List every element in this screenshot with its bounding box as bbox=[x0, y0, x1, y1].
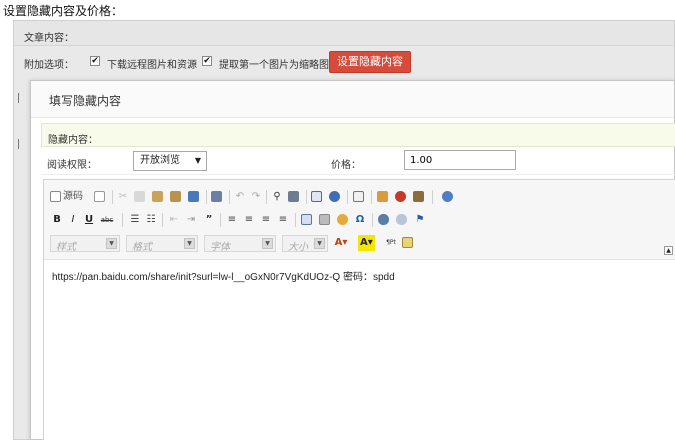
toolbar-separator bbox=[347, 190, 348, 204]
align-center-icon[interactable]: ≡ bbox=[242, 212, 256, 228]
chevron-down-icon: ▼ bbox=[262, 238, 273, 249]
toolbar-separator bbox=[112, 190, 113, 204]
blockquote-icon[interactable]: ” bbox=[202, 212, 216, 228]
toolbar-separator bbox=[306, 190, 307, 204]
select-all-icon[interactable] bbox=[311, 191, 322, 202]
chevron-down-icon: ▼ bbox=[184, 238, 195, 249]
thumb-checkbox[interactable]: ✔ bbox=[202, 56, 212, 66]
undo-icon[interactable]: ↶ bbox=[233, 189, 247, 205]
text-color-icon[interactable]: A▾ bbox=[334, 235, 348, 251]
toolbar-separator bbox=[371, 190, 372, 204]
price-input[interactable] bbox=[404, 150, 516, 170]
copy-icon[interactable] bbox=[134, 191, 145, 202]
toolbar-collapse-button[interactable]: ▲ bbox=[664, 246, 673, 255]
ordered-list-icon[interactable]: ☰ bbox=[128, 212, 142, 228]
toolbar-separator bbox=[206, 190, 207, 204]
panel-title: 文章内容： bbox=[24, 33, 74, 44]
toolbar-separator bbox=[122, 213, 123, 227]
set-hidden-button[interactable]: 设置隐藏内容 bbox=[329, 51, 411, 73]
print-icon[interactable] bbox=[211, 191, 222, 202]
outdent-icon[interactable]: ⇤ bbox=[167, 212, 181, 228]
paste-word-icon[interactable] bbox=[188, 191, 199, 202]
download-option-label[interactable]: 下载远程图片和资源 bbox=[107, 56, 197, 71]
side-mark bbox=[18, 93, 22, 103]
read-permission-select[interactable]: 开放浏览 ▼ bbox=[133, 151, 207, 171]
size-combo-label: 大小 bbox=[288, 242, 308, 253]
templates-icon[interactable] bbox=[402, 237, 413, 248]
toolbar-row-3: 样式 ▼ 格式 ▼ 字体 ▼ 大小 ▼ A▾ A▾ ¶Pt bbox=[50, 234, 670, 253]
toolbar-separator bbox=[372, 213, 373, 227]
source-button[interactable]: 源码 bbox=[63, 189, 83, 205]
paste-text-icon[interactable] bbox=[170, 191, 181, 202]
preview-icon[interactable] bbox=[94, 191, 105, 202]
editor-toolbar: 源码 ✂ ↶ ↷ ⚲ B I U abc ☰ ☷ ⇤ ⇥ ” ≡ ≡ ≡ ≡ Ω… bbox=[44, 180, 675, 260]
align-left-icon[interactable]: ≡ bbox=[225, 212, 239, 228]
paste-icon[interactable] bbox=[152, 191, 163, 202]
download-checkbox[interactable]: ✔ bbox=[90, 56, 100, 66]
chevron-down-icon: ▼ bbox=[194, 156, 201, 165]
image-icon[interactable] bbox=[377, 191, 388, 202]
table-icon[interactable] bbox=[301, 214, 312, 225]
format-combo[interactable]: 格式 ▼ bbox=[126, 235, 198, 253]
rich-text-editor: 源码 ✂ ↶ ↷ ⚲ B I U abc ☰ ☷ ⇤ ⇥ ” ≡ ≡ ≡ ≡ Ω… bbox=[43, 179, 675, 440]
source-icon[interactable] bbox=[50, 191, 61, 202]
hidden-content-dialog: 填写隐藏内容 隐藏内容： 阅读权限： 开放浏览 ▼ 价格： 源码 ✂ bbox=[30, 80, 675, 440]
read-permission-value: 开放浏览 bbox=[140, 155, 180, 166]
thumb-option-label[interactable]: 提取第一个图片为缩略图 bbox=[219, 56, 329, 71]
strike-icon[interactable]: abc bbox=[100, 212, 114, 228]
toolbar-separator bbox=[229, 190, 230, 204]
page-heading: 设置隐藏内容及价格： bbox=[3, 4, 124, 18]
toolbar-row-1: 源码 ✂ ↶ ↷ ⚲ bbox=[50, 188, 670, 206]
hidden-section-label: 隐藏内容： bbox=[48, 135, 98, 146]
toolbar-row-2: B I U abc ☰ ☷ ⇤ ⇥ ” ≡ ≡ ≡ ≡ Ω ⚑ bbox=[50, 211, 670, 229]
align-right-icon[interactable]: ≡ bbox=[259, 212, 273, 228]
side-mark bbox=[18, 139, 22, 149]
toolbar-separator bbox=[220, 213, 221, 227]
underline-icon[interactable]: U bbox=[82, 212, 96, 228]
price-label: 价格： bbox=[331, 160, 361, 171]
special-char-icon[interactable]: Ω bbox=[353, 212, 367, 228]
align-justify-icon[interactable]: ≡ bbox=[276, 212, 290, 228]
dialog-titlebar[interactable]: 填写隐藏内容 bbox=[31, 81, 674, 118]
globe-icon[interactable] bbox=[442, 191, 453, 202]
dialog-title: 填写隐藏内容 bbox=[49, 94, 122, 108]
unlink-icon[interactable] bbox=[396, 214, 407, 225]
style-combo[interactable]: 样式 ▼ bbox=[50, 235, 120, 253]
options-label: 附加选项： bbox=[24, 60, 74, 71]
indent-icon[interactable]: ⇥ bbox=[184, 212, 198, 228]
bg-color-icon[interactable]: A▾ bbox=[358, 235, 375, 251]
read-permission-label: 阅读权限： bbox=[47, 160, 97, 171]
media-icon[interactable] bbox=[413, 191, 424, 202]
chevron-down-icon: ▼ bbox=[106, 238, 117, 249]
format-combo-label: 格式 bbox=[132, 242, 152, 253]
remove-format-icon[interactable] bbox=[329, 191, 340, 202]
italic-icon[interactable]: I bbox=[66, 212, 80, 228]
hr-icon[interactable] bbox=[319, 214, 330, 225]
toolbar-separator bbox=[162, 213, 163, 227]
flash-icon[interactable] bbox=[395, 191, 406, 202]
toolbar-separator bbox=[295, 213, 296, 227]
font-combo-label: 字体 bbox=[210, 242, 230, 253]
form-row: 阅读权限： 开放浏览 ▼ 价格： bbox=[41, 147, 675, 175]
size-combo[interactable]: 大小 ▼ bbox=[282, 235, 328, 253]
replace-icon[interactable] bbox=[288, 191, 299, 202]
smiley-icon[interactable] bbox=[337, 214, 348, 225]
unordered-list-icon[interactable]: ☷ bbox=[144, 212, 158, 228]
toolbar-separator bbox=[432, 190, 433, 204]
find-icon[interactable]: ⚲ bbox=[270, 189, 284, 205]
editor-content[interactable]: https://pan.baidu.com/share/init?surl=lw… bbox=[52, 268, 395, 283]
font-combo[interactable]: 字体 ▼ bbox=[204, 235, 276, 253]
maximize-icon[interactable] bbox=[353, 191, 364, 202]
link-icon[interactable] bbox=[378, 214, 389, 225]
style-combo-label: 样式 bbox=[56, 242, 76, 253]
toolbar-separator bbox=[266, 190, 267, 204]
panel-title-row: 文章内容： bbox=[14, 21, 674, 46]
redo-icon[interactable]: ↷ bbox=[249, 189, 263, 205]
chevron-down-icon: ▼ bbox=[314, 238, 325, 249]
bold-icon[interactable]: B bbox=[50, 212, 64, 228]
show-blocks-icon[interactable]: ¶Pt bbox=[384, 235, 398, 251]
hidden-section-bar: 隐藏内容： bbox=[41, 123, 675, 147]
cut-icon[interactable]: ✂ bbox=[116, 189, 130, 205]
anchor-icon[interactable]: ⚑ bbox=[413, 212, 427, 228]
